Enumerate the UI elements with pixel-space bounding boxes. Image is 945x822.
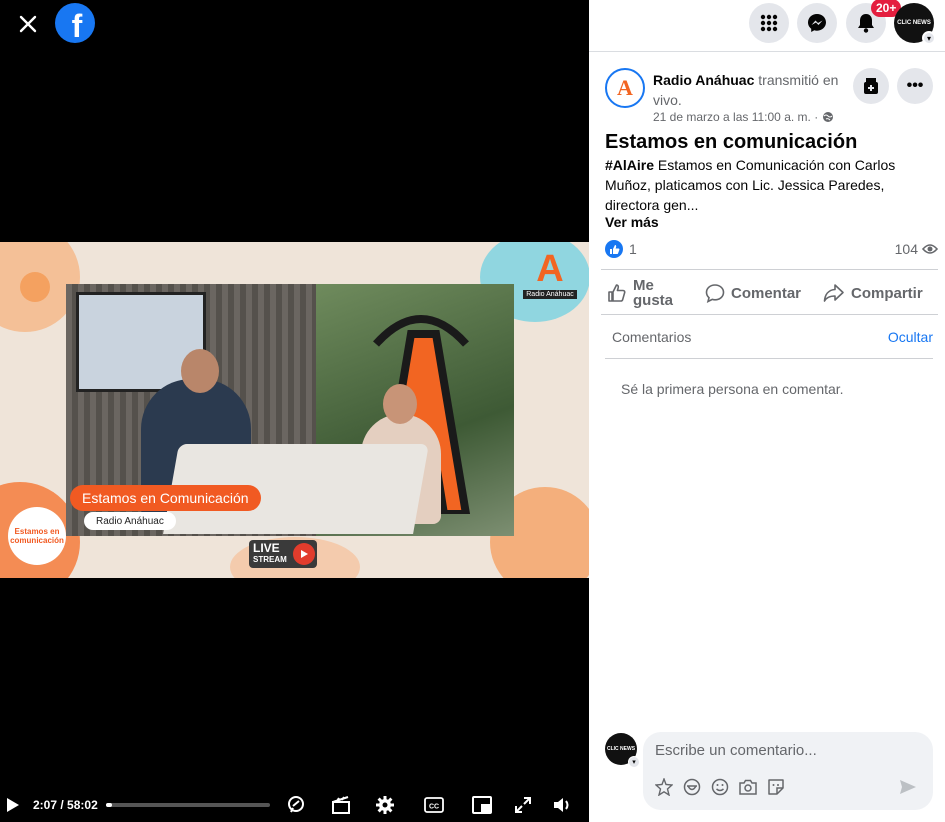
time-current: 2:07 xyxy=(33,798,58,812)
comments-label: Comentarios xyxy=(612,329,692,345)
like-button[interactable]: Me gusta xyxy=(607,270,673,316)
save-post-icon[interactable] xyxy=(853,68,889,104)
eye-icon xyxy=(922,244,938,254)
send-icon[interactable] xyxy=(897,776,919,798)
avatar-sticker-icon[interactable] xyxy=(653,776,675,798)
post-date-text: 21 de marzo a las 11:00 a. m. · xyxy=(653,110,819,124)
share-icon xyxy=(823,284,844,302)
chevron-down-icon[interactable]: ▾ xyxy=(628,756,640,768)
page-avatar[interactable]: A xyxy=(605,68,645,108)
top-bar: 20+ CLIC NEWS ▾ xyxy=(589,0,945,52)
svg-text:CC: CC xyxy=(429,804,439,811)
close-icon[interactable] xyxy=(14,10,42,38)
emoji-icon[interactable] xyxy=(681,776,703,798)
volume-icon[interactable] xyxy=(551,794,573,816)
reactions-row: 1 104 xyxy=(605,240,938,260)
picture-in-picture-icon[interactable] xyxy=(471,794,493,816)
fullscreen-icon[interactable] xyxy=(512,794,534,816)
menu-grid-icon[interactable] xyxy=(749,3,789,43)
sticker-icon[interactable] xyxy=(765,776,787,798)
post-body: #AlAire Estamos en Comunicación con Carl… xyxy=(605,155,925,215)
comment-label: Comentar xyxy=(731,284,802,302)
play-icon[interactable] xyxy=(2,794,24,816)
progress-fill xyxy=(106,803,112,807)
camera-icon[interactable] xyxy=(737,776,759,798)
profile-avatar[interactable]: CLIC NEWS ▾ xyxy=(894,3,936,45)
post-title: Estamos en comunicación xyxy=(605,131,858,153)
video-frame[interactable]: A Radio Anáhuac Estamos en Comunicación … xyxy=(0,242,589,578)
chevron-down-icon[interactable]: ▾ xyxy=(922,31,936,45)
facebook-logo-icon[interactable]: f xyxy=(55,3,95,44)
no-comments-text: Sé la primera persona en comentar. xyxy=(621,381,844,397)
see-more-link[interactable]: Ver más xyxy=(605,214,659,230)
app-root: f A Radio Anáhuac Estamos en Comunicació… xyxy=(0,0,945,822)
post-action-bar: Me gusta Comentar Compartir xyxy=(601,269,938,315)
progress-bar[interactable] xyxy=(106,803,270,807)
show-logo: Estamos en comunicación xyxy=(8,507,66,565)
settings-gear-icon[interactable] xyxy=(374,794,396,816)
lower-third-subtitle: Radio Anáhuac xyxy=(84,512,176,530)
clapperboard-icon[interactable] xyxy=(330,794,352,816)
post-author-name[interactable]: Radio Anáhuac xyxy=(653,72,754,88)
view-count-number: 104 xyxy=(894,241,918,257)
like-reaction-icon[interactable] xyxy=(605,240,623,258)
like-label-line1: Me xyxy=(633,277,654,294)
radio-logo-text: Radio Anáhuac xyxy=(523,290,577,299)
comment-icon xyxy=(705,284,725,303)
profile-avatar-text: CLIC NEWS xyxy=(897,20,931,26)
live-badge-line2: STREAM xyxy=(253,555,287,564)
thumbs-up-icon xyxy=(608,284,626,302)
more-options-icon[interactable]: ••• xyxy=(897,68,933,104)
comment-bubble-icon[interactable] xyxy=(285,794,307,816)
composer-avatar[interactable]: CLIC NEWS ▾ xyxy=(605,733,640,768)
comments-header: Comentarios Ocultar xyxy=(605,315,933,359)
like-label-line2: gusta xyxy=(633,292,674,309)
smiley-icon[interactable] xyxy=(709,776,731,798)
post-hashtag[interactable]: #AlAire xyxy=(605,157,654,173)
radio-logo: A Radio Anáhuac xyxy=(522,248,578,318)
like-count[interactable]: 1 xyxy=(629,241,637,257)
decor-blob xyxy=(20,272,50,302)
post-date[interactable]: 21 de marzo a las 11:00 a. m. · xyxy=(653,110,834,124)
messenger-icon[interactable] xyxy=(797,3,837,43)
video-pane: f A Radio Anáhuac Estamos en Comunicació… xyxy=(0,0,589,822)
lower-third-title: Estamos en Comunicación xyxy=(70,485,261,511)
closed-captions-icon[interactable]: CC xyxy=(423,794,445,816)
hide-comments-link[interactable]: Ocultar xyxy=(888,329,933,345)
play-triangle-icon xyxy=(293,543,315,565)
comment-composer xyxy=(643,732,933,810)
time-total: 58:02 xyxy=(67,798,98,812)
share-button[interactable]: Compartir xyxy=(823,270,923,316)
live-badge-line1: LIVE xyxy=(253,541,280,555)
player-controls: 2:07 / 58:02 CC xyxy=(0,788,589,820)
share-label: Compartir xyxy=(851,284,923,302)
live-stream-badge: LIVE STREAM xyxy=(249,540,317,568)
time-readout: 2:07 / 58:02 xyxy=(33,798,98,812)
composer-avatar-text: CLIC NEWS xyxy=(606,746,636,752)
comment-input[interactable] xyxy=(655,742,915,759)
post-side-panel: 20+ CLIC NEWS ▾ A Radio Anáhuac transmit… xyxy=(589,0,945,822)
comment-button[interactable]: Comentar xyxy=(705,270,801,316)
radio-logo-letter: A xyxy=(536,248,564,290)
post-author-line: Radio Anáhuac transmitió en vivo. xyxy=(653,70,843,110)
view-count: 104 xyxy=(895,241,938,257)
globe-icon xyxy=(822,112,833,122)
